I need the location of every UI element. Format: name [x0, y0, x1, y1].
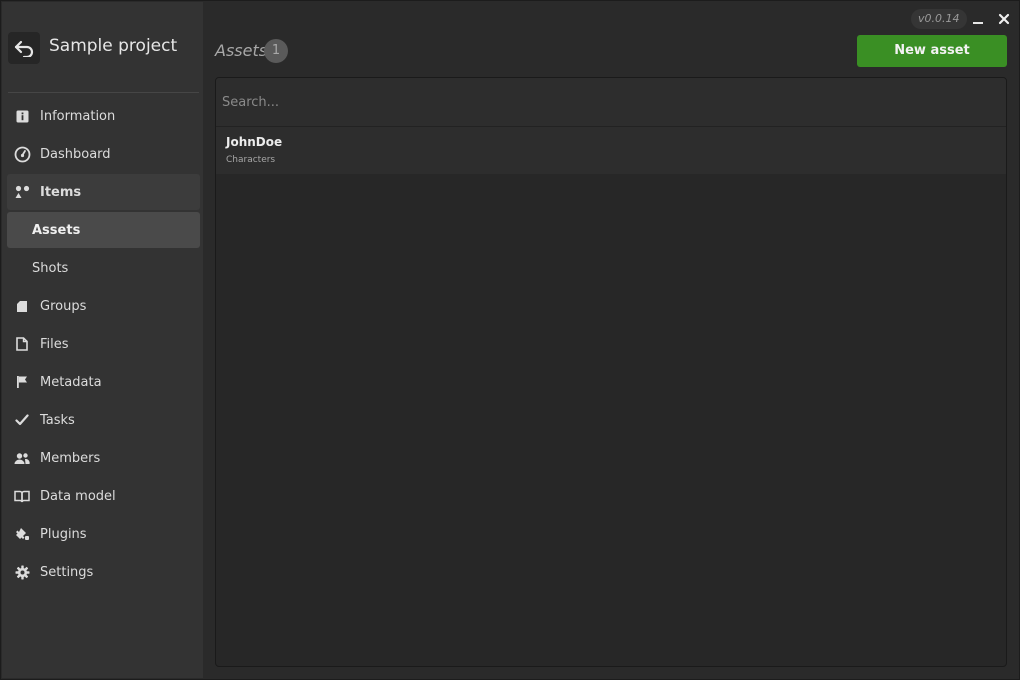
- asset-count-badge: 1: [264, 39, 288, 63]
- info-icon: [13, 107, 31, 125]
- sidebar-item-label: Items: [40, 184, 82, 200]
- sidebar-item-settings[interactable]: Settings: [7, 554, 200, 590]
- sidebar-item-label: Groups: [40, 298, 87, 314]
- list-item[interactable]: JohnDoe Characters: [216, 126, 1006, 174]
- flag-icon: [13, 373, 31, 391]
- sidebar-item-label: Information: [40, 108, 116, 124]
- plugin-icon: [13, 525, 31, 543]
- sidebar-item-metadata[interactable]: Metadata: [7, 364, 200, 400]
- sidebar-item-items[interactable]: Items: [7, 174, 200, 210]
- folder-icon: [13, 297, 31, 315]
- sidebar-item-dashboard[interactable]: Dashboard: [7, 136, 200, 172]
- sidebar-item-label: Assets: [32, 222, 81, 238]
- sidebar-item-files[interactable]: Files: [7, 326, 200, 362]
- sidebar-item-label: Dashboard: [40, 146, 111, 162]
- asset-group: Characters: [226, 155, 276, 165]
- users-icon: [13, 449, 31, 467]
- project-title: Sample project: [49, 36, 178, 56]
- sidebar-item-label: Files: [40, 336, 69, 352]
- sidebar-item-label: Members: [40, 450, 101, 466]
- sidebar: Sample project Information Dashboard Ite…: [2, 2, 203, 678]
- sidebar-item-label: Settings: [40, 564, 94, 580]
- assets-panel: JohnDoe Characters: [215, 77, 1007, 667]
- sidebar-item-label: Plugins: [40, 526, 87, 542]
- back-button[interactable]: [8, 32, 40, 64]
- file-icon: [13, 335, 31, 353]
- sidebar-item-label: Shots: [32, 260, 69, 276]
- sidebar-item-label: Tasks: [40, 412, 75, 428]
- sidebar-divider: [8, 92, 199, 93]
- sidebar-item-label: Metadata: [40, 374, 102, 390]
- version-badge: v0.0.14: [911, 9, 967, 29]
- sidebar-item-tasks[interactable]: Tasks: [7, 402, 200, 438]
- sidebar-item-groups[interactable]: Groups: [7, 288, 200, 324]
- back-arrow-icon: [14, 40, 34, 57]
- sidebar-nav: Information Dashboard Items Assets Shots: [7, 98, 200, 592]
- minimize-button[interactable]: [968, 9, 988, 29]
- sidebar-item-shots[interactable]: Shots: [7, 250, 200, 286]
- minimize-icon: [973, 22, 983, 24]
- check-icon: [13, 411, 31, 429]
- items-icon: [13, 183, 31, 201]
- asset-name: JohnDoe: [226, 135, 283, 149]
- page-title: Assets: [215, 41, 268, 60]
- sidebar-item-data-model[interactable]: Data model: [7, 478, 200, 514]
- new-asset-button[interactable]: New asset: [857, 35, 1007, 67]
- book-icon: [13, 487, 31, 505]
- close-button[interactable]: [994, 9, 1014, 29]
- sidebar-item-members[interactable]: Members: [7, 440, 200, 476]
- app-window: Sample project Information Dashboard Ite…: [0, 0, 1020, 680]
- gauge-icon: [13, 145, 31, 163]
- sidebar-item-assets[interactable]: Assets: [7, 212, 200, 248]
- search-input[interactable]: [216, 78, 1006, 126]
- sidebar-item-label: Data model: [40, 488, 116, 504]
- sidebar-item-information[interactable]: Information: [7, 98, 200, 134]
- close-icon: [998, 13, 1010, 25]
- gear-icon: [13, 563, 31, 581]
- sidebar-item-plugins[interactable]: Plugins: [7, 516, 200, 552]
